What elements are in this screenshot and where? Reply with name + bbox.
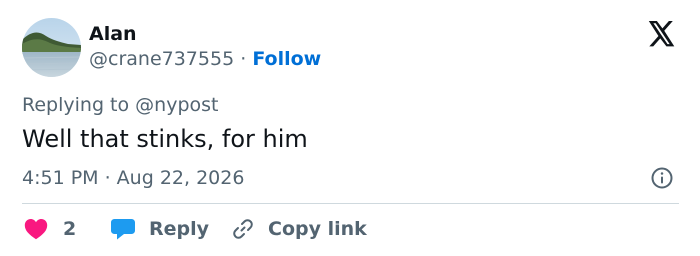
avatar-image [22, 18, 81, 77]
heart-icon [24, 219, 48, 240]
x-logo-icon[interactable] [647, 21, 676, 47]
reply-button[interactable]: Reply [110, 216, 209, 242]
tweet-card: Alan @crane737555 · Follow Replying to @… [0, 0, 700, 256]
avatar[interactable] [22, 18, 81, 77]
link-icon [233, 219, 253, 239]
user-handle[interactable]: @crane737555 [89, 48, 234, 70]
user-handle-line: @crane737555 · Follow [89, 47, 321, 71]
follow-button[interactable]: Follow [252, 48, 321, 70]
copy-link-button[interactable]: Copy link [231, 216, 367, 242]
tweet-timestamp[interactable]: 4:51 PM · Aug 22, 2026 [22, 166, 244, 190]
reply-bubble-icon [111, 219, 135, 240]
like-count: 2 [63, 218, 77, 240]
separator-dot: · [240, 48, 247, 70]
user-display-name[interactable]: Alan [89, 22, 137, 46]
like-button[interactable]: 2 [24, 216, 76, 242]
replying-to-text: Replying to @nypost [22, 94, 219, 116]
divider [22, 203, 679, 204]
info-icon[interactable] [650, 166, 674, 190]
copy-link-label: Copy link [268, 218, 367, 240]
tweet-text: Well that stinks, for him [22, 125, 308, 153]
reply-label: Reply [149, 218, 210, 240]
